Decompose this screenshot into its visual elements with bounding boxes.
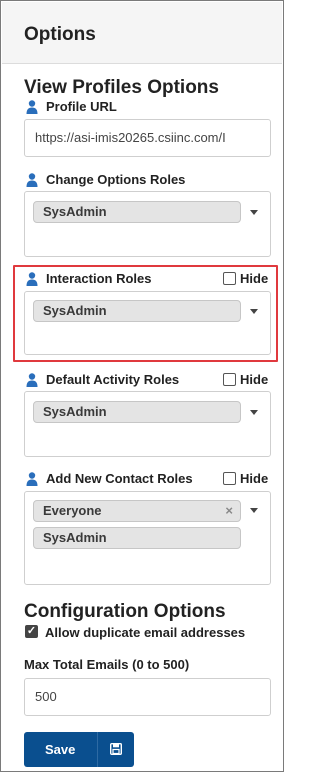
change-options-roles-select[interactable]: SysAdmin	[24, 191, 271, 257]
role-tag-everyone: Everyone ×	[33, 500, 241, 522]
profile-url-input[interactable]: https://asi-imis20265.csiinc.com/I	[24, 119, 271, 157]
person-icon	[26, 100, 38, 114]
person-icon	[26, 373, 38, 387]
section-title-view-profiles: View Profiles Options	[24, 77, 219, 98]
allow-duplicate-label: Allow duplicate email addresses	[45, 625, 246, 640]
person-icon	[26, 173, 38, 187]
default-activity-roles-label: Default Activity Roles	[46, 372, 180, 387]
role-tag-sysadmin: SysAdmin	[33, 201, 241, 223]
person-icon	[26, 472, 38, 486]
add-new-contact-roles-label: Add New Contact Roles	[46, 471, 193, 486]
hide-checkbox[interactable]	[223, 472, 236, 485]
add-new-contact-roles-hide[interactable]: Hide	[223, 471, 268, 486]
chevron-down-icon[interactable]	[250, 508, 258, 513]
close-icon[interactable]: ×	[225, 501, 233, 521]
chevron-down-icon[interactable]	[250, 410, 258, 415]
max-total-emails-value: 500	[35, 689, 57, 704]
role-tag-sysadmin: SysAdmin	[33, 401, 241, 423]
panel-header: Options	[2, 2, 282, 64]
change-options-roles-label: Change Options Roles	[46, 172, 186, 187]
default-activity-roles-hide[interactable]: Hide	[223, 372, 268, 387]
highlight-box	[13, 265, 278, 362]
max-total-emails-label: Max Total Emails (0 to 500)	[24, 657, 190, 672]
button-divider	[97, 732, 98, 767]
floppy-disk-icon	[110, 743, 122, 755]
role-tag-sysadmin: SysAdmin	[33, 527, 241, 549]
add-new-contact-roles-select[interactable]: Everyone × SysAdmin	[24, 491, 271, 585]
save-button-label: Save	[45, 742, 76, 757]
hide-label: Hide	[240, 471, 269, 486]
profile-url-label: Profile URL	[46, 99, 117, 114]
hide-checkbox[interactable]	[223, 373, 236, 386]
max-total-emails-input[interactable]: 500	[24, 678, 271, 716]
hide-label: Hide	[240, 372, 269, 387]
section-title-configuration: Configuration Options	[24, 601, 226, 622]
options-panel: Options View Profiles Options Profile UR…	[0, 0, 284, 772]
default-activity-roles-select[interactable]: SysAdmin	[24, 391, 271, 457]
save-button[interactable]: Save	[24, 732, 134, 767]
panel-title: Options	[24, 24, 96, 45]
profile-url-value: https://asi-imis20265.csiinc.com/I	[35, 130, 226, 145]
allow-duplicate-checkbox[interactable]: ✓	[25, 625, 38, 638]
chevron-down-icon[interactable]	[250, 210, 258, 215]
